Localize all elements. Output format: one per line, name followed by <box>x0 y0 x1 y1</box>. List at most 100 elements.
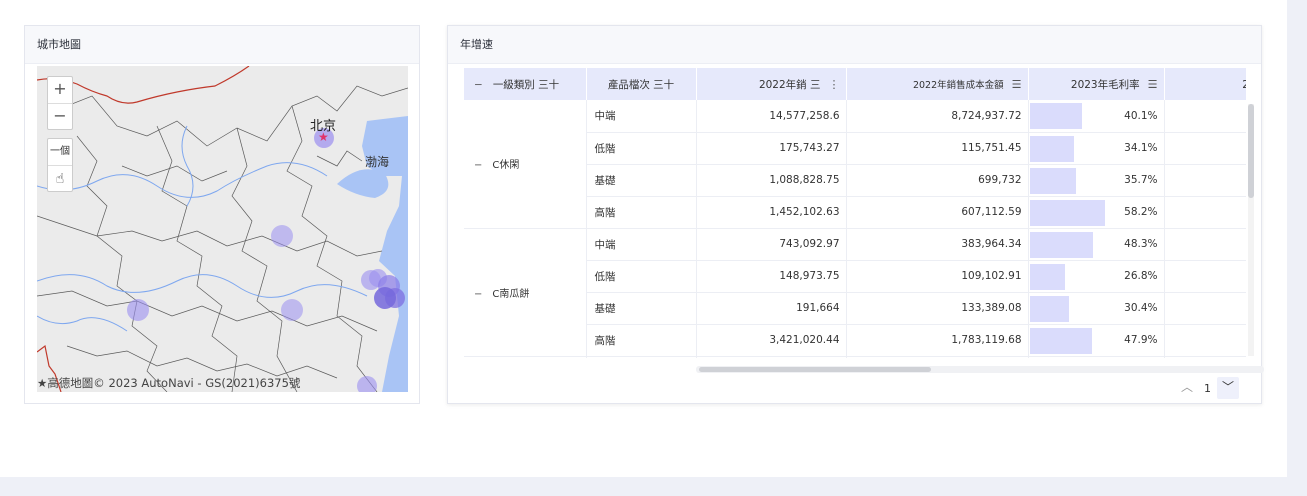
level-cell: 中端 <box>586 100 697 133</box>
map-bubble <box>127 299 149 321</box>
map-bubbles <box>127 128 405 392</box>
sort-icon[interactable]: ☰ <box>1012 78 1022 91</box>
cost-2022-cell: 1,783,119.68 <box>846 324 1029 357</box>
sales-2022-cell: 148,973.75 <box>696 260 847 293</box>
map-bubble <box>357 376 377 392</box>
next-page-button[interactable]: ﹀ <box>1217 377 1239 399</box>
current-page: 1 <box>1204 381 1211 395</box>
margin-value: 58.2% <box>1124 206 1158 218</box>
margin-2023-cell: 40.1% <box>1028 100 1165 133</box>
col-2023-cell: 1 <box>1164 100 1246 133</box>
sales-2022-cell: 3,421,020.44 <box>696 324 847 357</box>
vertical-scrollbar[interactable] <box>1248 104 1254 198</box>
table-row[interactable]: −C休閑中端14,577,258.68,724,937.7240.1%1 <box>464 100 1246 229</box>
col-2023-cell <box>1164 132 1246 165</box>
col-header-margin-2023-label: 2023年毛利率 <box>1070 78 1140 91</box>
pivot-table-viewport[interactable]: − 一級類別 三十 產品檔次 三十 2022年銷 三 ⋮ 2022年銷售成本金額 ☰ … <box>464 68 1246 358</box>
city-map-title: 城市地圖 <box>25 26 419 64</box>
sales-2022-cell: 191,664 <box>696 292 847 325</box>
margin-value: 40.1% <box>1124 109 1158 122</box>
map-bubble <box>271 225 293 247</box>
margin-value: 26.8% <box>1124 270 1158 282</box>
cost-2022-cell: 109,102.91 <box>846 260 1029 293</box>
map-tool-control: 一個 ☝ <box>47 138 73 192</box>
level-cell: 基礎 <box>586 292 697 325</box>
col-2023-cell <box>1164 292 1246 325</box>
collapse-group-icon[interactable]: − <box>474 289 482 300</box>
margin-value: 30.4% <box>1124 302 1158 314</box>
col-header-category-label: 一級類別 三十 <box>492 78 560 91</box>
zoom-control: + − <box>47 76 73 130</box>
pivot-table: − 一級類別 三十 產品檔次 三十 2022年銷 三 ⋮ 2022年銷售成本金額 ☰ … <box>464 68 1246 358</box>
prev-page-button[interactable]: ︿ <box>1176 377 1198 399</box>
col-header-cost-2022-label: 2022年銷售成本金額 <box>912 80 1004 91</box>
margin-2023-cell: 26.8% <box>1028 260 1165 293</box>
cost-2022-cell: 8,724,937.72 <box>846 100 1029 133</box>
group-name: C休閑 <box>492 160 520 172</box>
col-header-2023[interactable]: 2023年 <box>1164 68 1246 100</box>
col-header-sales-2022[interactable]: 2022年銷 三 ⋮ <box>696 68 847 100</box>
table-header-row: − 一級類別 三十 產品檔次 三十 2022年銷 三 ⋮ 2022年銷售成本金額 ☰ … <box>464 68 1246 100</box>
map-label-bohai: 渤海 <box>365 155 390 169</box>
page-bottom-gutter <box>0 477 1307 496</box>
capital-star-icon: ★ <box>318 130 329 144</box>
level-cell: 高階 <box>586 196 697 229</box>
level-cell: 中端 <box>586 228 697 261</box>
zoom-in-button[interactable]: + <box>48 77 72 103</box>
margin-2023-cell: 58.2% <box>1028 196 1165 229</box>
margin-value: 47.9% <box>1124 334 1158 346</box>
table-row-partial <box>464 356 1246 358</box>
cost-2022-cell: 115,751.45 <box>846 132 1029 165</box>
page-right-gutter <box>1287 0 1307 496</box>
cost-2022-cell: 383,964.34 <box>846 228 1029 261</box>
col-2023-cell: 1 <box>1164 196 1246 229</box>
col-header-category[interactable]: − 一級類別 三十 <box>464 68 587 100</box>
sales-2022-cell: 175,743.27 <box>696 132 847 165</box>
sort-icon[interactable]: ☰ <box>1148 78 1158 91</box>
map-copyright: ★高德地圖© 2023 AutoNavi - GS(2021)6375號 <box>37 376 301 390</box>
sales-2022-cell: 1,452,102.63 <box>696 196 847 229</box>
collapse-all-icon[interactable]: − <box>474 79 483 91</box>
yoy-growth-card: 年增速 − 一級類別 三十 產品檔次 三十 2022年銷 三 ⋮ 2022年銷售成本… <box>447 25 1264 404</box>
map-bubble <box>281 299 303 321</box>
col-2023-cell <box>1164 260 1246 293</box>
group-name: C南瓜餅 <box>492 288 530 300</box>
level-cell: 低階 <box>586 260 697 293</box>
sales-2022-cell: 743,092.97 <box>696 228 847 261</box>
city-map[interactable]: 北京 ★ 渤海 + − 一個 ☝ ★高德地圖© 2023 AutoNavi - … <box>37 66 408 392</box>
sort-icon[interactable]: ⋮ <box>829 78 840 91</box>
horizontal-scrollbar[interactable] <box>699 367 931 372</box>
margin-2023-cell: 47.9% <box>1028 324 1165 357</box>
cost-2022-cell: 699,732 <box>846 164 1029 197</box>
map-bubble <box>374 287 396 309</box>
margin-value: 48.3% <box>1124 238 1158 250</box>
col-2023-cell: 3 <box>1164 324 1246 357</box>
margin-value: 35.7% <box>1124 174 1158 186</box>
col-2023-cell: 1 <box>1164 164 1246 197</box>
col-header-sales-2022-label: 2022年銷 三 <box>758 78 821 91</box>
margin-2023-cell: 34.1% <box>1028 132 1165 165</box>
margin-2023-cell: 48.3% <box>1028 228 1165 261</box>
level-cell: 基礎 <box>586 164 697 197</box>
sales-2022-cell: 14,577,258.6 <box>696 100 847 133</box>
col-header-margin-2023[interactable]: 2023年毛利率 ☰ <box>1028 68 1165 100</box>
group-cell[interactable]: − C南瓜餅 <box>464 228 587 357</box>
group-cell[interactable]: − C休閑 <box>464 100 587 229</box>
city-map-card: 城市地圖 北京 ★ 渤海 + − 一個 ☝ ★高德地圖© 2023 AutoNa… <box>24 25 420 404</box>
sales-2022-cell: 1,088,828.75 <box>696 164 847 197</box>
margin-2023-cell: 35.7% <box>1028 164 1165 197</box>
level-cell: 高階 <box>586 324 697 357</box>
collapse-group-icon[interactable]: − <box>474 160 482 171</box>
cost-2022-cell: 607,112.59 <box>846 196 1029 229</box>
pan-hand-icon[interactable]: ☝ <box>48 165 72 191</box>
col-header-level[interactable]: 產品檔次 三十 <box>586 68 697 100</box>
margin-2023-cell: 30.4% <box>1028 292 1165 325</box>
pagination: ︿ 1 ﹀ <box>1176 377 1239 399</box>
cost-2022-cell: 133,389.08 <box>846 292 1029 325</box>
table-row[interactable]: − C南瓜餅 中端 743,092.97 383,964.34 48.3% <box>464 228 1246 357</box>
col-2023-cell <box>1164 228 1246 261</box>
zoom-out-button[interactable]: − <box>48 103 72 129</box>
single-select-button[interactable]: 一個 <box>48 139 72 165</box>
margin-value: 34.1% <box>1124 142 1158 154</box>
col-header-cost-2022[interactable]: 2022年銷售成本金額 ☰ <box>846 68 1029 100</box>
